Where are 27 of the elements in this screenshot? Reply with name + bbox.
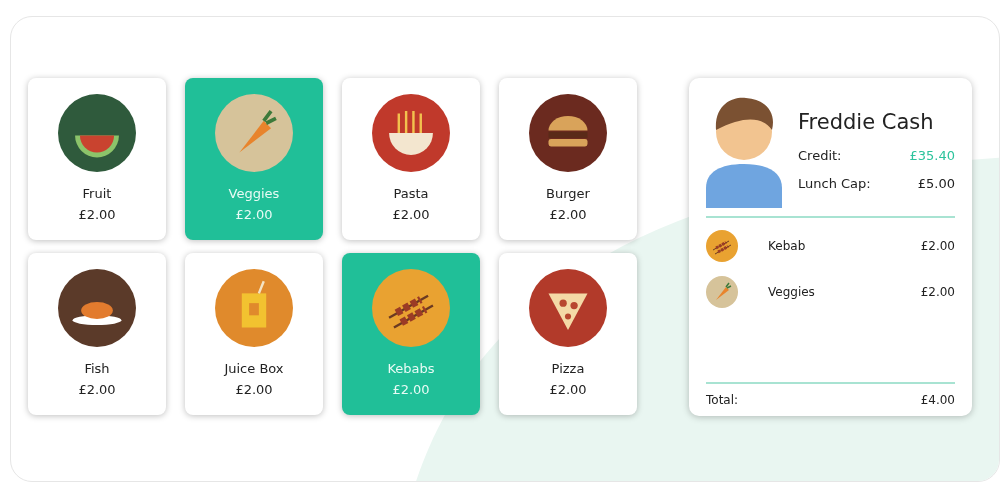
product-card[interactable]: Burger £2.00 (499, 78, 637, 240)
credit-label: Credit: (798, 148, 842, 163)
total-value: £4.00 (920, 393, 955, 407)
juice-icon (215, 269, 293, 347)
product-card[interactable]: Pizza £2.00 (499, 253, 637, 415)
lunch-cap-label: Lunch Cap: (798, 176, 871, 191)
carrot-icon (706, 276, 738, 308)
lunch-cap-value: £5.00 (917, 176, 955, 191)
kebab-icon (706, 230, 738, 262)
customer-name: Freddie Cash (798, 110, 935, 134)
total-label: Total: (706, 393, 739, 407)
pizza-icon (529, 269, 607, 347)
carrot-icon (215, 94, 293, 172)
product-card[interactable]: Juice Box £2.00 (185, 253, 323, 415)
fish-icon (58, 269, 136, 347)
order-item-price: £2.00 (920, 239, 955, 253)
burger-icon (529, 94, 607, 172)
order-item-name: Kebab (768, 239, 807, 253)
order-item-price: £2.00 (920, 285, 955, 299)
credit-value: £35.40 (909, 148, 955, 163)
product-card[interactable]: Fruit £2.00 (28, 78, 166, 240)
product-card[interactable]: Pasta £2.00 (342, 78, 480, 240)
noodles-icon (372, 94, 450, 172)
watermelon-icon (58, 94, 136, 172)
order-item-name: Veggies (768, 285, 816, 299)
product-card[interactable]: Fish £2.00 (28, 253, 166, 415)
kebab-icon (372, 269, 450, 347)
